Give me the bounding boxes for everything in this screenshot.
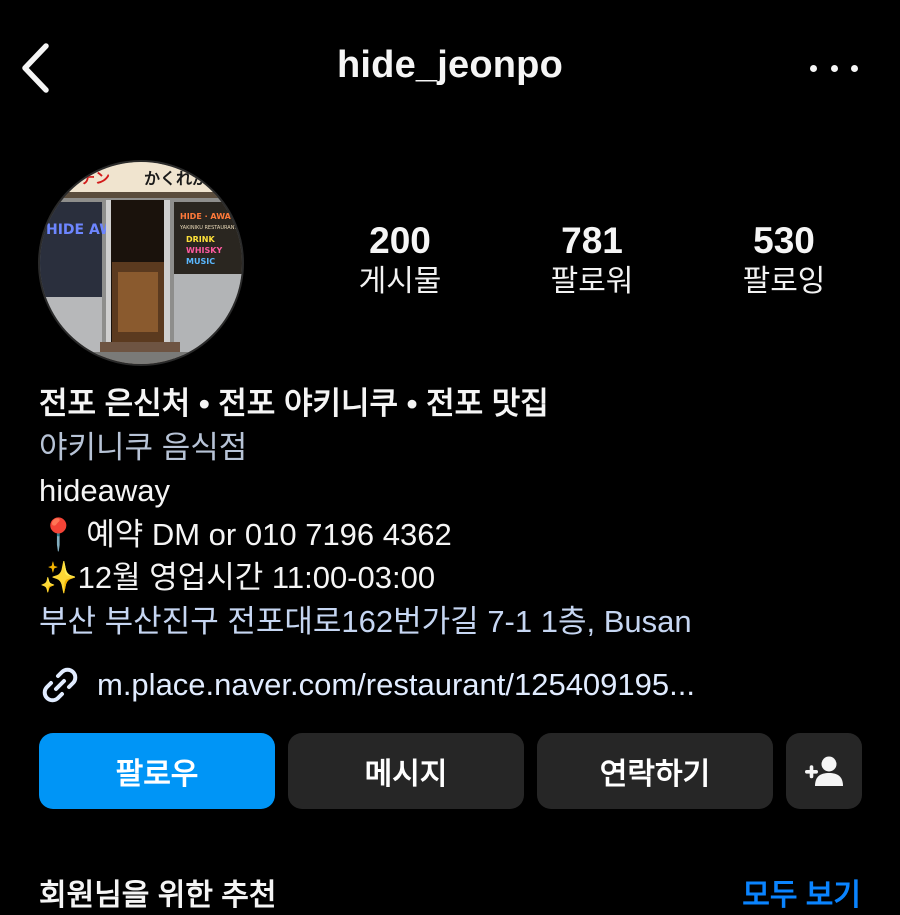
following-label: 팔로잉 [742, 265, 826, 298]
follow-button[interactable]: 팔로우 [39, 733, 275, 809]
add-person-icon [805, 756, 843, 786]
bio-line-name: hideaway [39, 473, 170, 508]
stat-posts[interactable]: 200 게시물 [320, 220, 480, 302]
link-icon [42, 667, 78, 703]
more-options-button[interactable] [810, 54, 858, 82]
suggested-people-button[interactable] [786, 733, 862, 809]
profile-category: 야키니쿠 음식점 [39, 429, 248, 465]
recommendations-header: 회원님을 위한 추천 모두 보기 [39, 870, 861, 912]
followers-count: 781 [561, 220, 623, 261]
sign-left-text: チチチン [50, 169, 110, 187]
profile-bio: 전포 은신처 • 전포 야키니쿠 • 전포 맛집 야키니쿠 음식점 hideaw… [39, 382, 879, 643]
profile-display-name: 전포 은신처 • 전포 야키니쿠 • 전포 맛집 [39, 386, 549, 421]
profile-link[interactable]: m.place.naver.com/restaurant/125409195..… [39, 660, 695, 710]
posts-count: 200 [369, 220, 431, 261]
contact-button[interactable]: 연락하기 [537, 733, 773, 809]
bio-line-reservation: 📍 예약 DM or 010 7196 4362 [39, 516, 452, 552]
profile-link-text: m.place.naver.com/restaurant/125409195..… [97, 667, 695, 702]
profile-stats: 200 게시물 781 팔로워 530 팔로잉 [0, 220, 900, 310]
following-count: 530 [753, 220, 815, 261]
profile-address[interactable]: 부산 부산진구 전포대로162번가길 7-1 1층, Busan [39, 600, 879, 644]
more-horizontal-icon [810, 64, 817, 72]
stat-following[interactable]: 530 팔로잉 [704, 220, 864, 302]
profile-username: hide_jeonpo [337, 44, 563, 86]
followers-label: 팔로워 [550, 265, 634, 298]
recommendations-title: 회원님을 위한 추천 [39, 879, 277, 912]
bio-line-hours: ✨12월 영업시간 11:00-03:00 [39, 560, 436, 595]
message-button[interactable]: 메시지 [288, 733, 524, 809]
posts-label: 게시물 [358, 265, 442, 298]
stat-followers[interactable]: 781 팔로워 [512, 220, 672, 302]
top-bar: hide_jeonpo [0, 0, 900, 135]
see-all-link[interactable]: 모두 보기 [742, 870, 861, 914]
sign-right-text: かくれが [144, 169, 208, 188]
